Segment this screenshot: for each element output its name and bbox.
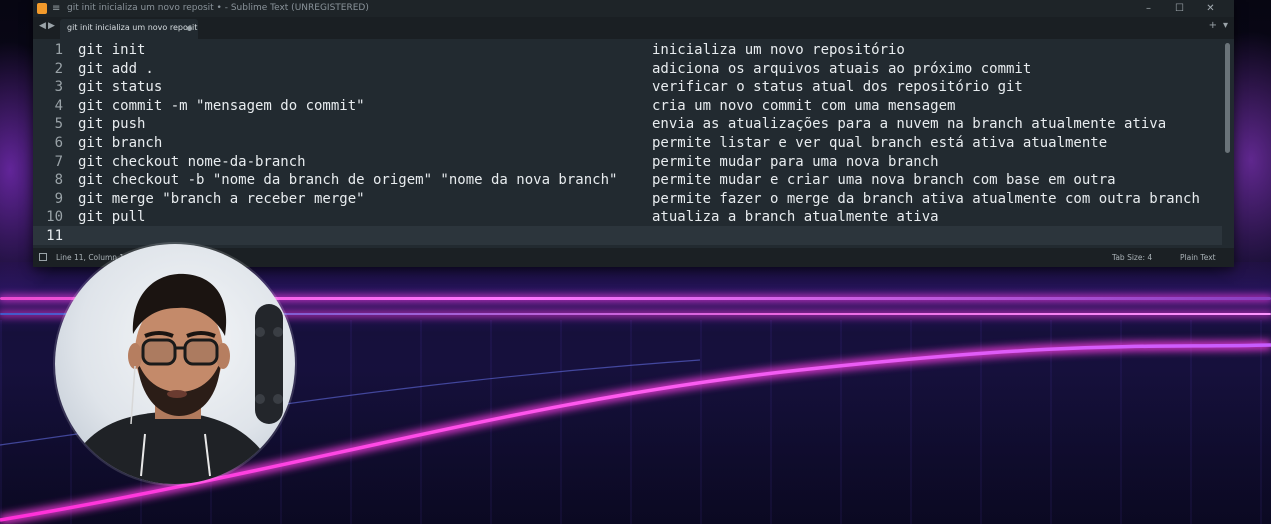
code-comment[interactable]: envia as atualizações para a nuvem na br…: [652, 115, 1166, 134]
code-comment[interactable]: verificar o status atual dos repositório…: [652, 78, 1023, 97]
chevron-down-icon[interactable]: ▾: [1223, 20, 1228, 31]
window-controls: – ☐ ✕: [1133, 0, 1226, 17]
code-line[interactable]: git branch: [78, 134, 162, 153]
line-number: 10: [46, 209, 63, 226]
presenter-image: [65, 273, 283, 484]
code-line[interactable]: git checkout nome-da-branch: [78, 153, 306, 172]
line-number-gutter: 1 2 3 4 5 6 7 8 9 10 11: [33, 39, 73, 248]
line-number: 1: [54, 42, 63, 58]
code-line[interactable]: git init: [78, 41, 145, 60]
code-comment[interactable]: permite listar e ver qual branch está at…: [652, 134, 1107, 153]
line-number-current: 11: [46, 228, 63, 244]
code-comment[interactable]: permite mudar e criar uma nova branch co…: [652, 171, 1116, 190]
line-number: 4: [54, 97, 63, 114]
code-line[interactable]: git add .: [78, 60, 154, 79]
hamburger-icon[interactable]: ≡: [52, 0, 60, 17]
minimize-button[interactable]: –: [1133, 0, 1164, 17]
window-title: git init inicializa um novo reposit • - …: [67, 3, 369, 13]
code-comment[interactable]: permite fazer o merge da branch ativa at…: [652, 190, 1200, 209]
sublime-text-icon: [37, 3, 47, 14]
code-line[interactable]: git merge "branch a receber merge": [78, 190, 365, 209]
code-line[interactable]: git pull: [78, 208, 145, 227]
tab-active-file[interactable]: git init inicializa um novo reposit: [60, 19, 198, 39]
line-number: 9: [54, 190, 63, 207]
modified-dot-icon[interactable]: [187, 26, 192, 31]
code-line[interactable]: git commit -m "mensagem do commit": [78, 97, 365, 116]
plus-icon[interactable]: +: [1209, 20, 1217, 31]
code-comment[interactable]: cria um novo commit com uma mensagem: [652, 97, 955, 116]
tab-bar: ◀ ▶ git init inicializa um novo reposit …: [33, 17, 1234, 39]
line-number: 7: [54, 153, 63, 170]
code-line[interactable]: git push: [78, 115, 145, 134]
line-number: 5: [54, 116, 63, 133]
editor-area[interactable]: 1 2 3 4 5 6 7 8 9 10 11 git init git add…: [33, 39, 1234, 248]
code-comment[interactable]: inicializa um novo repositório: [652, 41, 905, 60]
tab-size[interactable]: Tab Size: 4: [1112, 248, 1152, 267]
webcam-overlay: [55, 244, 295, 484]
syntax-selector[interactable]: Plain Text: [1180, 248, 1216, 267]
tab-label: git init inicializa um novo reposit: [67, 23, 198, 32]
code-comment[interactable]: adiciona os arquivos atuais ao próximo c…: [652, 60, 1031, 79]
panel-icon[interactable]: [39, 253, 47, 261]
code-comment[interactable]: permite mudar para uma nova branch: [652, 153, 939, 172]
maximize-button[interactable]: ☐: [1164, 0, 1195, 17]
code-comment[interactable]: atualiza a branch atualmente ativa: [652, 208, 939, 227]
close-button[interactable]: ✕: [1195, 0, 1226, 17]
line-number: 6: [54, 135, 63, 151]
code-line[interactable]: git status: [78, 78, 162, 97]
arrow-left-icon[interactable]: ◀: [39, 21, 46, 31]
sublime-window: ≡ git init inicializa um novo reposit • …: [33, 0, 1234, 267]
arrow-right-icon[interactable]: ▶: [48, 21, 55, 31]
line-number: 3: [54, 79, 63, 96]
line-number: 8: [54, 172, 63, 189]
code-line[interactable]: git checkout -b "nome da branch de orige…: [78, 171, 617, 190]
tab-actions: + ▾: [1209, 20, 1228, 31]
vertical-scrollbar[interactable]: [1225, 43, 1230, 153]
title-bar: ≡ git init inicializa um novo reposit • …: [33, 0, 1234, 17]
line-number: 2: [54, 60, 63, 77]
current-line-highlight: [33, 226, 1222, 245]
